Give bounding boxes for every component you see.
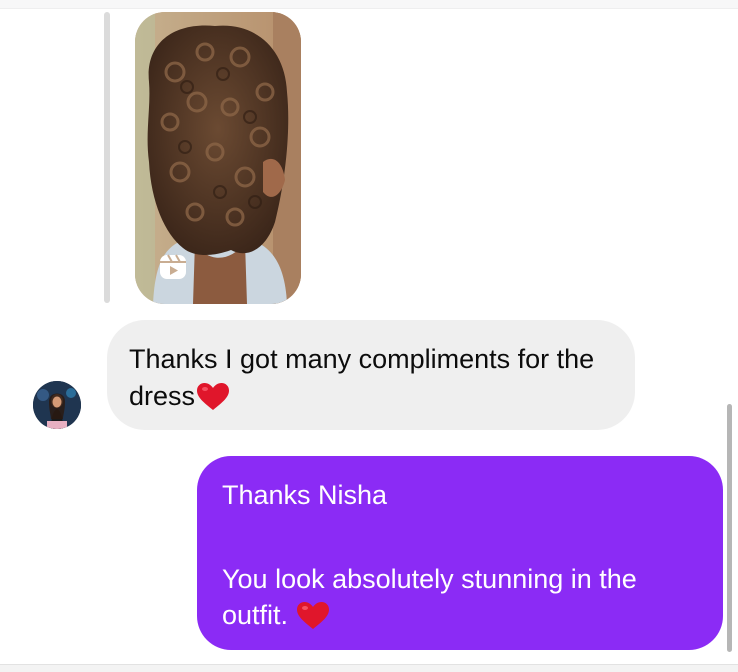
reply-indicator-bar (104, 12, 110, 303)
heart-emoji-icon (197, 383, 230, 410)
outgoing-message-line1: Thanks Nisha (222, 480, 388, 510)
reels-icon (158, 252, 188, 282)
top-divider (0, 0, 738, 9)
incoming-message-bubble[interactable]: Thanks I got many compliments for the dr… (107, 320, 635, 430)
contact-avatar[interactable] (33, 381, 81, 429)
outgoing-message-bubble[interactable]: Thanks Nisha You look absolutely stunnin… (197, 456, 723, 650)
scrollbar[interactable] (727, 404, 732, 652)
outgoing-message-line2: You look absolutely stunning in the outf… (222, 564, 637, 630)
heart-emoji-icon (296, 602, 329, 629)
